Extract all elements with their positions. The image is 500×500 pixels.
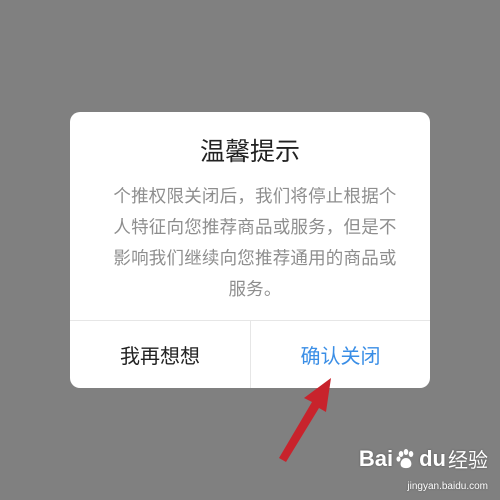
baidu-paw-icon [396, 448, 414, 468]
watermark-logo-du: du [419, 445, 446, 471]
cancel-button[interactable]: 我再想想 [70, 321, 250, 388]
watermark-logo: Bai du 经验 [359, 444, 488, 473]
watermark-logo-bai: Bai [358, 445, 394, 471]
dimmed-background: 温馨提示 个推权限关闭后，我们将停止根据个人特征向您推荐商品或服务，但是不影响我… [0, 0, 500, 500]
dialog-message: 个推权限关闭后，我们将停止根据个人特征向您推荐商品或服务，但是不影响我们继续向您… [113, 187, 397, 300]
warm-tip-dialog: 温馨提示 个推权限关闭后，我们将停止根据个人特征向您推荐商品或服务，但是不影响我… [70, 112, 430, 388]
confirm-close-button[interactable]: 确认关闭 [251, 321, 430, 388]
dialog-title: 温馨提示 [199, 137, 300, 166]
baidu-jingyan-watermark: Bai du 经验 jingyan.baidu.com [338, 444, 488, 493]
watermark-logo-jingyan: 经验 [448, 450, 488, 472]
watermark-url: jingyan.baidu.com [407, 481, 488, 492]
